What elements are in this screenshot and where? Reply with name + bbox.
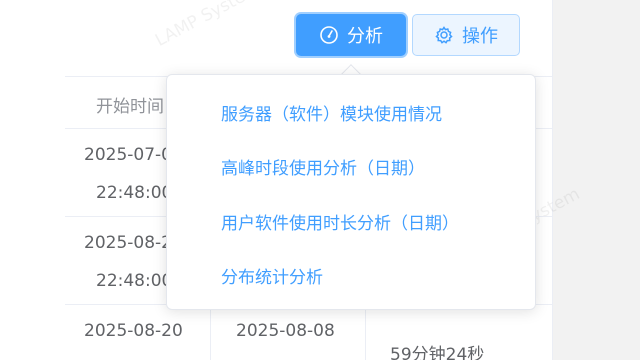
menu-item-user-usage-duration[interactable]: 用户软件使用时长分析（日期） bbox=[221, 209, 459, 234]
analysis-dropdown-menu: 服务器（软件）模块使用情况 高峰时段使用分析（日期） 用户软件使用时长分析（日期… bbox=[166, 74, 536, 310]
start-time-cell: 22:48:00 bbox=[96, 271, 173, 291]
start-time-cell: 22:48:00 bbox=[96, 183, 173, 203]
table-border bbox=[552, 0, 553, 360]
menu-item-peak-hours-analysis[interactable]: 高峰时段使用分析（日期） bbox=[221, 154, 425, 179]
page-background-strip bbox=[553, 0, 640, 360]
dashboard-gauge-icon bbox=[319, 25, 339, 45]
operations-button-label: 操作 bbox=[462, 26, 498, 47]
menu-item-server-module-usage[interactable]: 服务器（软件）模块使用情况 bbox=[221, 100, 442, 125]
start-date-cell: 2025-07-0 bbox=[84, 145, 172, 165]
end-date-cell: 2025-08-08 bbox=[236, 321, 335, 341]
operations-button[interactable]: 操作 bbox=[412, 14, 520, 56]
column-header-start-time: 开始时间 bbox=[96, 97, 164, 117]
analyze-button[interactable]: 分析 bbox=[296, 14, 406, 56]
analyze-button-label: 分析 bbox=[347, 26, 383, 47]
start-date-cell: 2025-08-20 bbox=[84, 321, 183, 341]
duration-cell: 59分钟24秒 bbox=[390, 345, 485, 360]
start-date-cell: 2025-08-2 bbox=[84, 233, 172, 253]
gear-icon bbox=[434, 25, 454, 45]
watermark: LAMP System bbox=[152, 0, 264, 51]
menu-item-distribution-stats[interactable]: 分布统计分析 bbox=[221, 263, 323, 288]
